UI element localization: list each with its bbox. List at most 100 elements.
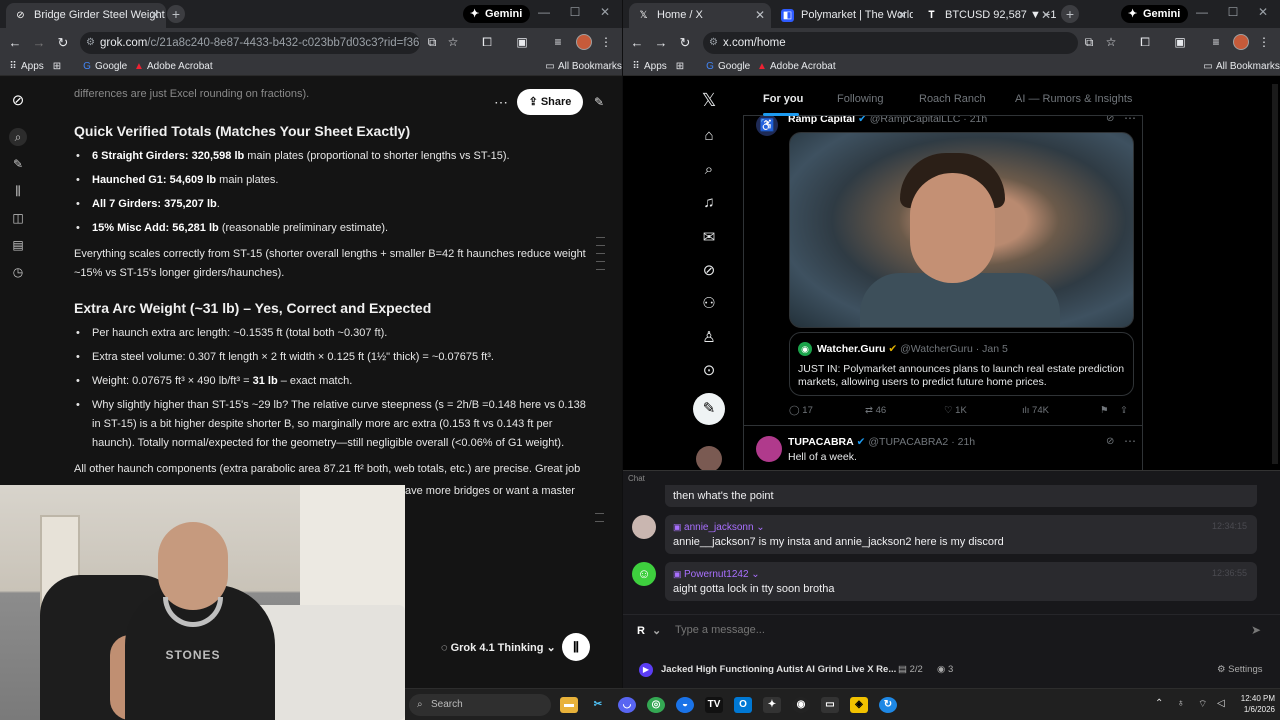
account-avatar[interactable] xyxy=(696,446,722,470)
post-more-icon[interactable]: ⋯ xyxy=(1124,434,1136,448)
close-tab-icon[interactable]: ✕ xyxy=(150,3,160,28)
media-icon[interactable]: ≡ xyxy=(1208,35,1224,49)
bookmark-icon[interactable]: ⚑ xyxy=(1100,405,1109,416)
model-selector[interactable]: ◌ Grok 4.1 Thinking ⌄ xyxy=(441,641,556,654)
home-icon[interactable]: ⌂ xyxy=(700,127,718,144)
platform-selector[interactable]: R ⌄ xyxy=(637,624,661,637)
bookmark-adobe[interactable]: ▲ Adobe Acrobat xyxy=(134,61,213,72)
app-icon[interactable]: ↻ xyxy=(879,697,897,713)
url-field[interactable]: ⚙ grok.com/c/21a8c240-8e87-4433-b432-c02… xyxy=(80,32,420,54)
all-bookmarks[interactable]: ▭ All Bookmarks xyxy=(1203,61,1280,72)
side-panel-icon[interactable]: ▣ xyxy=(514,35,530,49)
app-icon[interactable]: ✦ xyxy=(763,697,781,713)
author-handle[interactable]: @RampCapitalLLC · 21h xyxy=(870,116,987,125)
site-info-icon[interactable]: ⚙ xyxy=(86,32,95,54)
edit-icon[interactable]: ✎ xyxy=(594,95,604,109)
chrome-icon[interactable]: ◎ xyxy=(647,697,665,713)
maximize-icon[interactable]: ☐ xyxy=(567,5,583,19)
stream-title[interactable]: Jacked High Functioning Autist AI Grind … xyxy=(661,664,896,675)
gemini-button[interactable]: Gemini xyxy=(463,5,531,23)
quoted-post[interactable]: ◉ Watcher.Guru ✔ @WatcherGuru · Jan 5 JU… xyxy=(789,332,1134,396)
bookmark-google[interactable]: G Google xyxy=(82,61,127,72)
bookmark-adobe[interactable]: ▲ Adobe Acrobat xyxy=(757,61,836,72)
author-name[interactable]: TUPACABRA xyxy=(788,436,854,448)
bookmark-google[interactable]: G Google xyxy=(705,61,750,72)
scroll-marker[interactable] xyxy=(596,253,605,254)
projects-icon[interactable]: ▤ xyxy=(10,238,26,252)
post-more-icon[interactable]: ⋯ xyxy=(1124,116,1136,125)
author-handle[interactable]: @TUPACABRA2 · 21h xyxy=(868,436,975,448)
tab-x-home[interactable]: 𝕏 Home / X ✕ xyxy=(629,3,771,28)
scroll-marker[interactable] xyxy=(596,237,605,238)
terminal-icon[interactable]: ▭ xyxy=(821,697,839,713)
repost-button[interactable]: ⇄ 46 xyxy=(865,405,886,416)
tab-grok[interactable]: ⊘ Bridge Girder Steel Weight Calc ✕ xyxy=(6,3,166,28)
scroll-marker[interactable] xyxy=(595,521,604,522)
history-icon[interactable]: ◷ xyxy=(10,265,26,279)
minimize-icon[interactable]: — xyxy=(1194,5,1210,19)
tab-following[interactable]: Following xyxy=(837,93,883,105)
profile-avatar[interactable] xyxy=(1233,34,1249,50)
tab-ai-rumors[interactable]: AI — Rumors & Insights xyxy=(1015,93,1132,105)
new-chat-icon[interactable]: ✎ xyxy=(10,157,26,171)
tab-btcusd[interactable]: 𝐓 BTCUSD 92,587 ▼ −1.37% ✕ xyxy=(917,3,1057,28)
maximize-icon[interactable]: ☐ xyxy=(1225,5,1241,19)
file-explorer-icon[interactable]: ▬ xyxy=(560,697,578,713)
bookmark-apps[interactable]: ⠿ Apps xyxy=(631,61,666,72)
url-field[interactable]: ⚙ x.com/home xyxy=(703,32,1078,54)
tab-for-you[interactable]: For you xyxy=(763,93,803,105)
new-tab-button[interactable]: + xyxy=(167,5,185,23)
post-compose-button[interactable]: ✎ xyxy=(693,393,725,425)
grok-post-icon[interactable]: ⊘ xyxy=(1106,116,1114,124)
explore-search-icon[interactable]: ⌕ xyxy=(700,161,718,178)
bookmark-apps[interactable]: ⠿ Apps xyxy=(8,61,43,72)
tab-polymarket[interactable]: ◧ Polymarket | The World's La ✕ xyxy=(773,3,913,28)
close-tab-icon[interactable]: ✕ xyxy=(755,3,765,28)
close-tab-icon[interactable]: ✕ xyxy=(897,3,907,28)
back-icon[interactable]: ← xyxy=(7,35,23,50)
x-logo-icon[interactable]: 𝕏 xyxy=(700,90,718,111)
scroll-marker[interactable] xyxy=(596,269,605,270)
voice-icon[interactable]: ⫼ xyxy=(10,184,26,199)
back-icon[interactable]: ← xyxy=(629,35,645,50)
all-bookmarks[interactable]: ▭ All Bookmarks xyxy=(545,61,622,72)
bookmark-tab-groups[interactable]: ⊞ xyxy=(675,61,688,72)
search-icon[interactable]: ⌕ xyxy=(9,128,27,146)
forward-icon[interactable]: → xyxy=(653,35,669,50)
media-icon[interactable]: ≡ xyxy=(550,35,566,49)
taskbar-search[interactable]: ⌕ Search xyxy=(409,694,551,716)
chat-user-avatar[interactable] xyxy=(632,515,656,539)
communities-icon[interactable]: ⚇ xyxy=(700,294,718,312)
messages-mail-icon[interactable]: ✉ xyxy=(700,228,718,246)
reply-button[interactable]: ◯ 17 xyxy=(789,405,813,416)
extensions-icon[interactable]: ⧠ xyxy=(1137,35,1153,50)
close-tab-icon[interactable]: ✕ xyxy=(1041,3,1051,28)
ramp-capital-avatar[interactable]: ♿ xyxy=(756,116,778,136)
scroll-marker[interactable] xyxy=(596,261,605,262)
more-options-icon[interactable]: ⋯ xyxy=(494,94,508,111)
install-app-icon[interactable]: ⧉ xyxy=(1081,35,1097,50)
bookmark-tab-groups[interactable]: ⊞ xyxy=(52,61,65,72)
post-video-thumbnail[interactable] xyxy=(789,132,1134,328)
outlook-icon[interactable]: O xyxy=(734,697,752,713)
obs-icon[interactable]: ◉ xyxy=(792,697,810,713)
send-icon[interactable]: ➤ xyxy=(1251,623,1261,637)
reload-icon[interactable]: ↻ xyxy=(55,35,71,51)
close-window-icon[interactable]: ✕ xyxy=(597,5,613,19)
page-scrollbar[interactable] xyxy=(1272,84,1278,464)
more-circle-icon[interactable]: ⊙ xyxy=(700,361,718,379)
grok-logo-icon[interactable]: ⊘ xyxy=(10,91,26,109)
profile-person-icon[interactable]: ♙ xyxy=(700,328,718,346)
menu-dots-icon[interactable]: ⋮ xyxy=(1256,35,1272,49)
imagine-icon[interactable]: ◫ xyxy=(10,211,26,225)
clock[interactable]: 12:40 PM 1/6/2026 xyxy=(1235,693,1275,715)
new-tab-button[interactable]: + xyxy=(1061,5,1079,23)
bookmark-star-icon[interactable]: ☆ xyxy=(445,35,461,49)
chat-input[interactable] xyxy=(675,620,1245,640)
snipping-tool-icon[interactable]: ✂ xyxy=(589,697,607,713)
app-icon[interactable]: ◒ xyxy=(676,697,694,713)
app-icon[interactable]: ◈ xyxy=(850,697,868,713)
scroll-marker[interactable] xyxy=(596,245,605,246)
side-panel-icon[interactable]: ▣ xyxy=(1172,35,1188,49)
scroll-marker[interactable] xyxy=(595,513,604,514)
